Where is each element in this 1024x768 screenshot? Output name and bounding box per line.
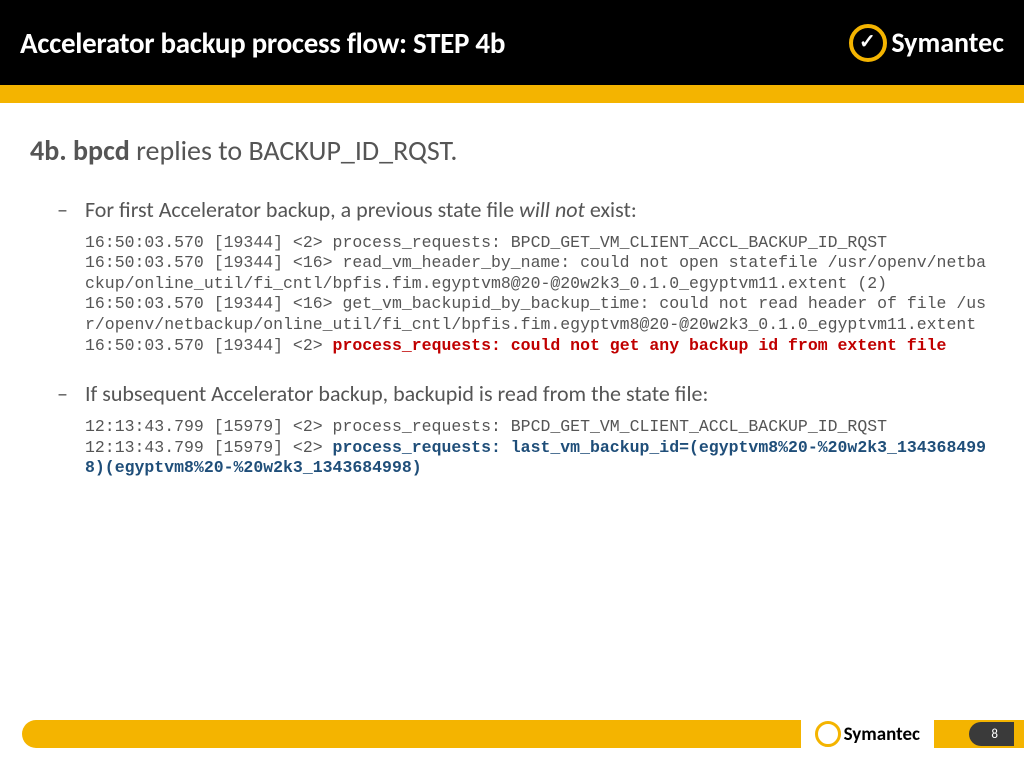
check-circle-icon: ✓ xyxy=(849,24,887,62)
log1-error: process_requests: could not get any back… xyxy=(333,336,947,355)
heading-rest: replies to BACKUP_ID_RQST. xyxy=(130,133,458,168)
log-first-backup: 16:50:03.570 [19344] <2> process_request… xyxy=(85,233,994,357)
brand-name-footer: Symantec xyxy=(844,723,920,746)
slide-footer: ✓ Symantec 8 xyxy=(0,720,1024,748)
bullet-first-backup: For first Accelerator backup, a previous… xyxy=(85,196,994,225)
footer-accent-bar: ✓ Symantec 8 xyxy=(22,720,1024,748)
slide-header: Accelerator backup process flow: STEP 4b… xyxy=(0,0,1024,85)
bullet1-italic: will not xyxy=(519,196,585,223)
accent-bar xyxy=(0,85,1024,103)
log-subsequent-backup: 12:13:43.799 [15979] <2> process_request… xyxy=(85,417,994,479)
brand-logo-header: ✓ Symantec xyxy=(849,24,1004,62)
bullet2-text: If subsequent Accelerator backup, backup… xyxy=(85,380,708,407)
slide-content: 4b. bpcd replies to BACKUP_ID_RQST. For … xyxy=(0,103,1024,479)
bullet1-pre: For first Accelerator backup, a previous… xyxy=(85,196,519,223)
brand-logo-footer: ✓ Symantec xyxy=(801,720,934,748)
step-heading: 4b. bpcd replies to BACKUP_ID_RQST. xyxy=(30,133,994,168)
bullet-subsequent-backup: If subsequent Accelerator backup, backup… xyxy=(85,380,994,409)
brand-name: Symantec xyxy=(891,25,1004,60)
bullet1-post: exist: xyxy=(585,196,637,223)
slide-title: Accelerator backup process flow: STEP 4b xyxy=(20,25,505,61)
heading-bold: 4b. bpcd xyxy=(30,133,130,168)
check-circle-icon: ✓ xyxy=(815,721,841,747)
page-number: 8 xyxy=(969,722,1014,746)
